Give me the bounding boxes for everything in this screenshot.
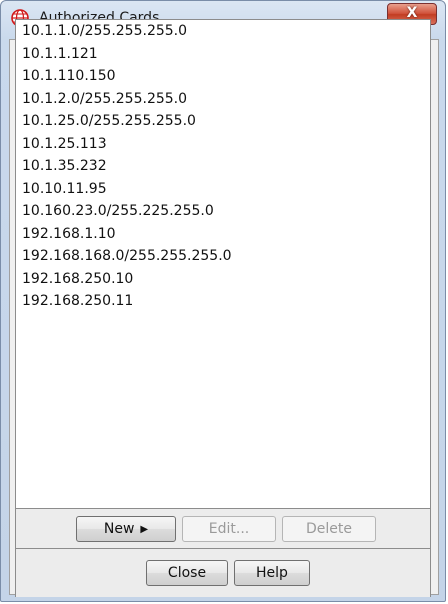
card-list-item[interactable]: 192.168.168.0/255.255.255.0 [16, 245, 430, 268]
card-list-item[interactable]: 192.168.250.10 [16, 268, 430, 291]
dialog-footer: Close Help [15, 549, 431, 597]
card-list-item[interactable]: 10.1.25.113 [16, 133, 430, 156]
card-list-item[interactable]: 10.1.2.0/255.255.255.0 [16, 88, 430, 111]
card-list-item[interactable]: 10.1.110.150 [16, 65, 430, 88]
card-list-item[interactable]: 192.168.250.11 [16, 290, 430, 313]
authorized-cards-list[interactable]: 10.1.1.0/255.255.255.0 10.1.1.121 10.1.110… [15, 19, 431, 509]
new-button-label: New [103, 521, 135, 537]
delete-button[interactable]: Delete [282, 516, 376, 542]
card-list-item[interactable]: 10.1.1.121 [16, 43, 430, 66]
card-list-item[interactable]: 192.168.1.10 [16, 223, 430, 246]
new-button[interactable]: New ▶ [76, 516, 176, 542]
list-action-bar: New ▶ Edit... Delete [15, 509, 431, 549]
close-button[interactable]: Close [146, 560, 228, 586]
card-list-item[interactable]: 10.10.11.95 [16, 178, 430, 201]
card-list-item[interactable]: 10.1.35.232 [16, 155, 430, 178]
help-button[interactable]: Help [234, 560, 310, 586]
card-list-item[interactable]: 10.1.1.0/255.255.255.0 [16, 20, 430, 43]
card-list-item[interactable]: 10.1.25.0/255.255.255.0 [16, 110, 430, 133]
edit-button[interactable]: Edit... [182, 516, 276, 542]
card-list-item[interactable]: 10.160.23.0/255.225.255.0 [16, 200, 430, 223]
authorized-cards-dialog: Authorized Cards X 10.1.1.0/255.255.255.… [0, 0, 446, 602]
caret-right-icon: ▶ [140, 524, 149, 535]
